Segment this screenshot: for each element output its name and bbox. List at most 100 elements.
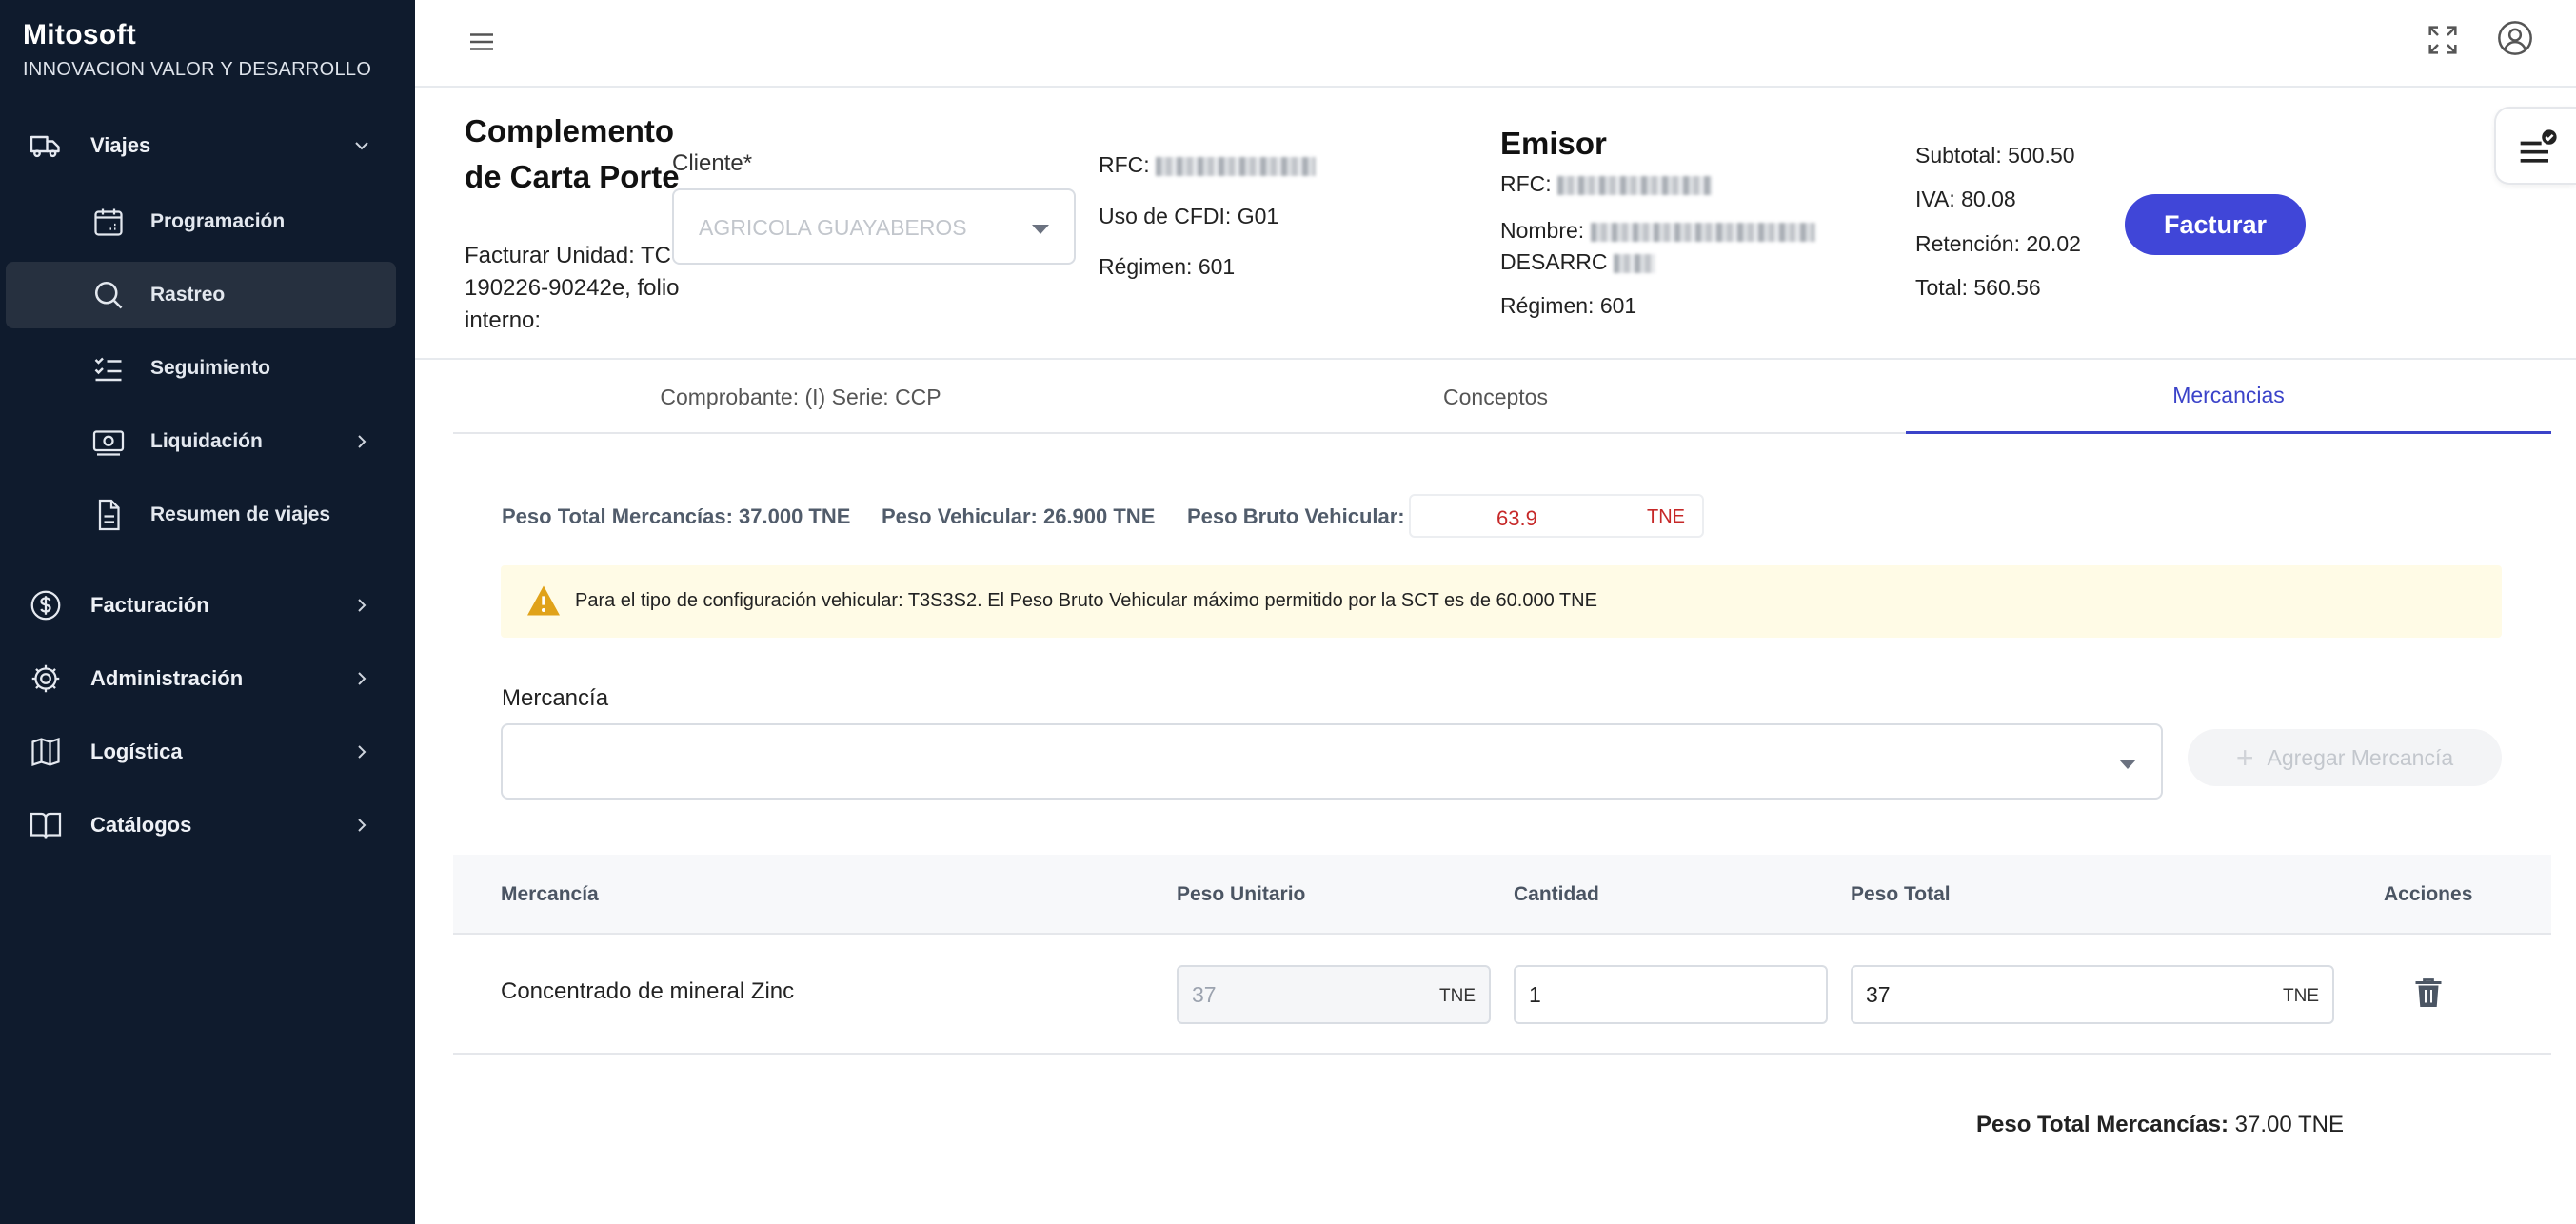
footer-total: Peso Total Mercancías: 37.00 TNE xyxy=(1976,1112,2344,1138)
peso-bruto-field: 63.9 TNE xyxy=(1409,494,1704,538)
sidebar: Mitosoft INNOVACION VALOR Y DESARROLLO V… xyxy=(0,0,415,1224)
peso-bruto-unit: TNE xyxy=(1647,506,1685,527)
brand: Mitosoft INNOVACION VALOR Y DESARROLLO xyxy=(23,19,371,81)
table-header: Mercancía Peso Unitario Cantidad Peso To… xyxy=(453,855,2551,935)
chevron-right-icon xyxy=(352,742,371,761)
search-icon xyxy=(91,278,126,312)
tab-comprobante[interactable]: Comprobante: (I) Serie: CCP xyxy=(453,360,1148,434)
weight-warning-alert: Para el tipo de configuración vehicular:… xyxy=(501,565,2502,638)
chevron-right-icon xyxy=(352,432,371,451)
sidebar-item-label: Logística xyxy=(90,740,183,763)
peso-total-mercancias: Peso Total Mercancías: 37.000 TNE xyxy=(502,504,851,528)
brand-subtitle: INNOVACION VALOR Y DESARROLLO xyxy=(23,59,372,80)
emisor-rfc-label: RFC: xyxy=(1500,171,1552,196)
sidebar-subitem-seguimiento[interactable]: Seguimiento xyxy=(6,335,396,402)
sidebar-subitem-label: Programación xyxy=(150,210,286,232)
total: Total: 560.56 xyxy=(1915,275,2041,300)
page-title: Complemento de Carta Porte xyxy=(465,113,680,194)
column-header: Peso Unitario xyxy=(1177,883,1306,905)
redacted-rfc xyxy=(1156,156,1317,176)
retencion: Retención: 20.02 xyxy=(1915,231,2081,256)
peso-total-input[interactable]: 37 TNE xyxy=(1851,965,2334,1024)
sidebar-subitem-rastreo[interactable]: Rastreo xyxy=(6,262,396,328)
agregar-mercancia-label: Agregar Mercancía xyxy=(2267,744,2454,770)
subtotal: Subtotal: 500.50 xyxy=(1915,143,2075,168)
sidebar-subitem-resumen[interactable]: Resumen de viajes xyxy=(6,482,396,548)
cliente-select-value: AGRICOLA GUAYABEROS xyxy=(699,215,967,240)
column-header: Mercancía xyxy=(501,883,599,905)
sidebar-subitem-programacion[interactable]: Programación xyxy=(6,188,396,255)
emisor-rfc: RFC: xyxy=(1500,171,1713,197)
emisor-title: Emisor xyxy=(1500,126,1607,161)
peso-vehicular: Peso Vehicular: 26.900 TNE xyxy=(882,504,1156,528)
brand-name: Mitosoft xyxy=(23,19,137,50)
sidebar-item-administracion[interactable]: Administración xyxy=(0,645,415,712)
sidebar-subitem-liquidacion[interactable]: Liquidación xyxy=(6,408,396,475)
uso-cfdi: Uso de CFDI: G01 xyxy=(1099,204,1279,228)
emisor-nombre-tail: DESARRC xyxy=(1500,249,1608,274)
warning-text: Para el tipo de configuración vehicular:… xyxy=(575,590,1597,611)
menu-icon[interactable] xyxy=(465,25,499,59)
side-panel-toggle[interactable] xyxy=(2494,107,2576,185)
mercancia-select[interactable] xyxy=(501,723,2163,800)
book-icon xyxy=(29,808,63,842)
fullscreen-icon[interactable] xyxy=(2424,21,2462,59)
sidebar-item-catalogos[interactable]: Catálogos xyxy=(0,792,415,859)
checklist-icon xyxy=(91,351,126,385)
cliente-rfc-label: RFC: xyxy=(1099,152,1150,177)
column-header: Acciones xyxy=(2384,883,2473,905)
tab-mercancias[interactable]: Mercancias xyxy=(1906,360,2551,434)
column-header: Cantidad xyxy=(1514,883,1599,905)
chevron-right-icon xyxy=(352,596,371,615)
cliente-label: Cliente* xyxy=(672,150,753,176)
mercancia-label: Mercancía xyxy=(502,685,609,711)
trash-icon[interactable] xyxy=(2414,977,2443,1009)
cliente-select[interactable]: AGRICOLA GUAYABEROS xyxy=(672,188,1076,265)
chevron-down-icon xyxy=(352,136,371,155)
facturar-unidad-text: Facturar Unidad: TC-190226-90242e, folio… xyxy=(465,243,680,333)
plus-icon: + xyxy=(2235,740,2254,775)
sidebar-subitem-label: Resumen de viajes xyxy=(150,503,331,525)
redacted-name xyxy=(1590,222,1815,242)
peso-total-unit: TNE xyxy=(2283,986,2319,1006)
sidebar-item-facturacion[interactable]: Facturación xyxy=(0,572,415,639)
mercancia-name: Concentrado de mineral Zinc xyxy=(501,978,795,1004)
peso-unitario-value: 37 xyxy=(1192,982,1217,1007)
sidebar-subitem-label: Seguimiento xyxy=(150,357,271,379)
cantidad-value: 1 xyxy=(1529,982,1541,1007)
peso-unitario-input: 37 TNE xyxy=(1177,965,1491,1024)
chevron-right-icon xyxy=(352,816,371,835)
redacted-name xyxy=(1613,253,1655,273)
tab-conceptos[interactable]: Conceptos xyxy=(1148,360,1843,434)
redacted-rfc xyxy=(1557,175,1713,195)
sidebar-subitem-label: Liquidación xyxy=(150,430,263,452)
sidebar-item-label: Administración xyxy=(90,666,244,690)
top-bar xyxy=(415,0,2576,88)
emisor-nombre: Nombre: DESARRC xyxy=(1500,215,1815,278)
peso-bruto-value: 63.9 xyxy=(1496,506,1537,530)
chevron-right-icon xyxy=(352,669,371,688)
peso-total-value: 37 xyxy=(1866,982,1891,1007)
emisor-nombre-label: Nombre: xyxy=(1500,218,1585,243)
dollar-icon xyxy=(29,588,63,622)
iva: IVA: 80.08 xyxy=(1915,187,2016,211)
gear-icon xyxy=(29,661,63,696)
sidebar-item-logistica[interactable]: Logística xyxy=(0,719,415,785)
cliente-rfc: RFC: xyxy=(1099,152,1317,178)
facturar-button[interactable]: Facturar xyxy=(2125,194,2306,255)
peso-unitario-unit: TNE xyxy=(1439,986,1476,1006)
sidebar-item-label: Facturación xyxy=(90,593,209,617)
sidebar-item-label: Catálogos xyxy=(90,813,192,837)
sidebar-item-viajes[interactable]: Viajes xyxy=(0,112,415,179)
cliente-regimen: Régimen: 601 xyxy=(1099,254,1236,279)
invoice-header: Complemento de Carta Porte Facturar Unid… xyxy=(415,88,2576,360)
document-icon xyxy=(91,498,126,532)
warning-icon xyxy=(525,584,562,617)
footer-total-value: 37.00 TNE xyxy=(2234,1112,2344,1137)
caret-down-icon xyxy=(1032,225,1049,234)
cantidad-input[interactable]: 1 xyxy=(1514,965,1828,1024)
user-account-icon[interactable] xyxy=(2496,19,2534,57)
map-icon xyxy=(29,735,63,769)
truck-icon xyxy=(29,128,63,163)
agregar-mercancia-button[interactable]: + Agregar Mercancía xyxy=(2188,729,2502,786)
